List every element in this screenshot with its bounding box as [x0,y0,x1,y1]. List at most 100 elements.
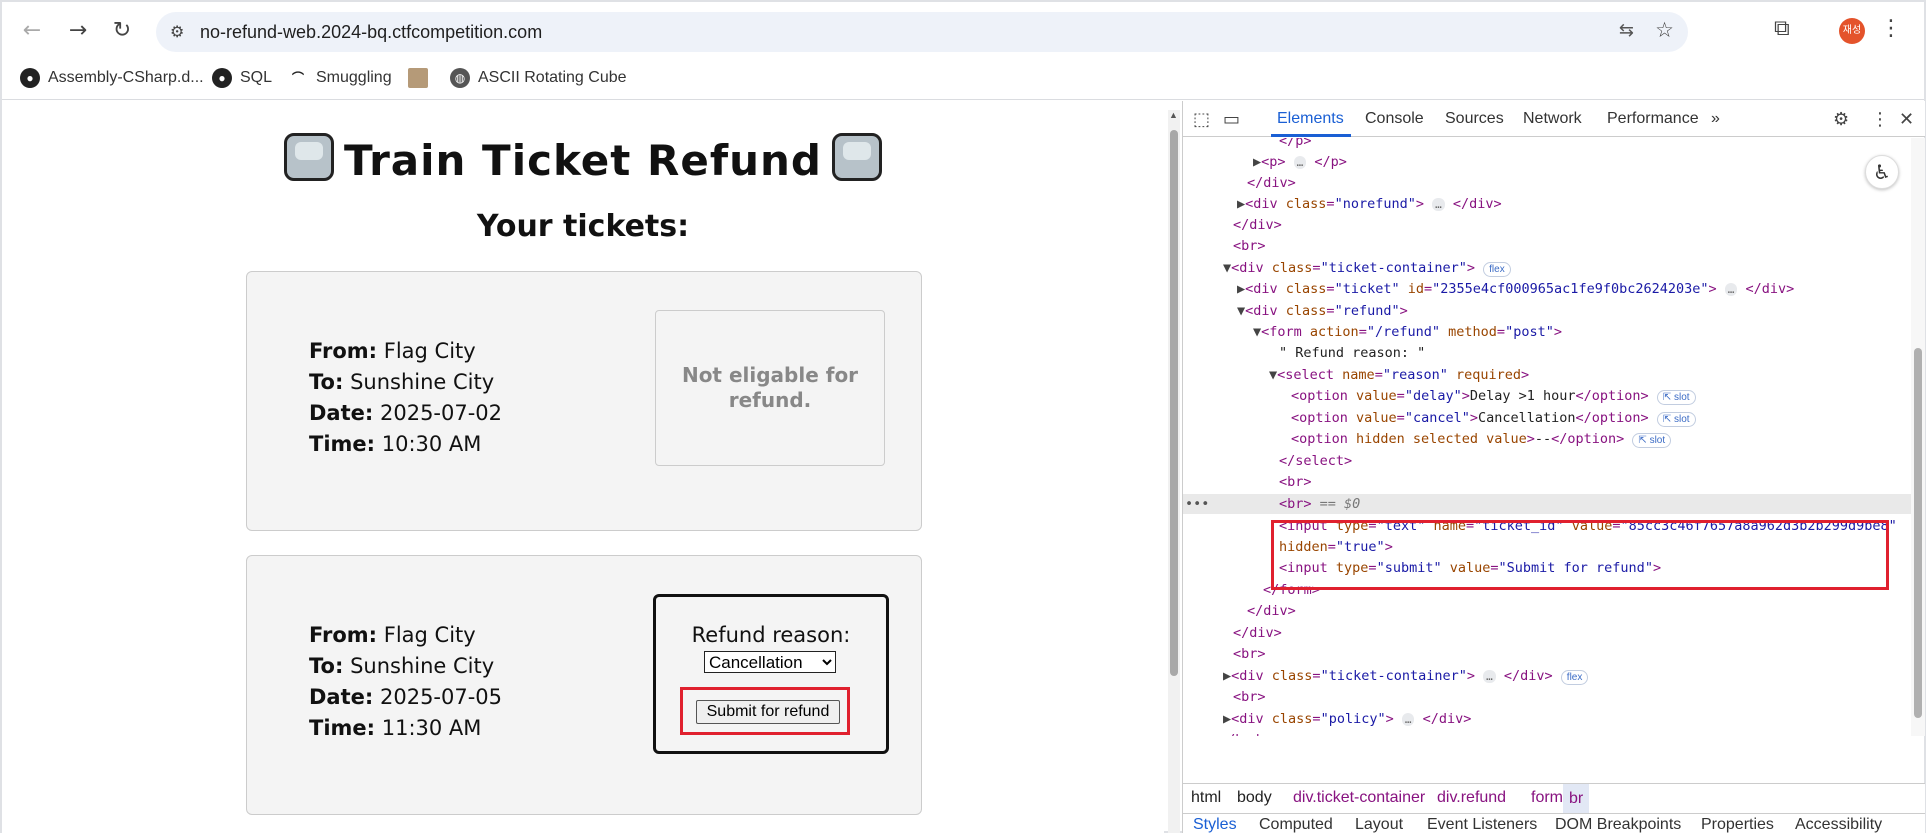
globe-icon: ◍ [450,68,470,88]
tab-console[interactable]: Console [1365,110,1424,128]
bookmark-item[interactable] [408,67,436,89]
dom-line[interactable]: </div> [1233,215,1282,235]
dom-line[interactable]: </body> [1219,730,1276,736]
menu-icon[interactable]: ⋮ [1880,16,1902,41]
scrollbar-thumb[interactable] [1170,130,1178,676]
address-bar[interactable]: ⚙ no-refund-web.2024-bq.ctfcompetition.c… [156,12,1688,52]
breadcrumb-item[interactable]: html [1191,789,1221,807]
more-options-icon[interactable]: ⋮ [1871,109,1889,130]
github-icon: ● [20,68,40,88]
dom-line[interactable]: </div> [1247,173,1296,193]
ticket-card: From: Flag City To: Sunshine City Date: … [246,555,922,815]
dom-line[interactable]: <option value="cancel">Cancellation</opt… [1291,408,1696,428]
scroll-up-icon[interactable]: ▲ [1169,110,1178,120]
from-value: Flag City [383,623,476,647]
breadcrumb-item[interactable]: div.refund [1437,789,1506,807]
breadcrumb-item-selected[interactable]: br [1563,784,1590,814]
tab-performance[interactable]: Performance [1607,110,1699,128]
to-value: Sunshine City [350,654,495,678]
bookmark-label: ASCII Rotating Cube [478,69,627,86]
breadcrumb-item[interactable]: div.ticket-container [1293,789,1425,807]
bookmark-star-icon[interactable]: ☆ [1655,18,1674,42]
tab-elements[interactable]: Elements [1277,110,1344,128]
tab-styles[interactable]: Styles [1193,816,1237,833]
train-icon [284,133,335,181]
bookmark-label: Assembly-CSharp.d... [48,69,204,86]
highlight-box [1271,520,1889,590]
breadcrumb-item[interactable]: body [1237,789,1272,807]
breadcrumb: html body div.ticket-container div.refun… [1183,783,1925,814]
dom-line[interactable]: <br> [1233,687,1266,707]
ticket-date: Date: 2025-07-05 [309,682,502,713]
link-icon: ⌒ [288,68,308,88]
dom-line[interactable]: ▶<div class="policy"> … </div> [1223,709,1471,729]
scrollbar-thumb[interactable] [1914,348,1922,718]
from-value: Flag City [383,339,476,363]
dom-line[interactable]: <option hidden selected value>--</option… [1291,429,1672,449]
tab-computed[interactable]: Computed [1259,816,1333,833]
settings-icon[interactable]: ⚙ [1833,109,1849,130]
bookmark-item[interactable]: ● SQL [212,67,272,89]
bookmarks-bar: ● Assembly-CSharp.d... ● SQL ⌒ Smuggling ◍ A… [2,58,1924,100]
dom-line[interactable]: ▼<form action="/refund" method="post"> [1253,322,1562,342]
forward-icon[interactable]: → [64,16,92,44]
extensions-icon[interactable]: ⧉ [1774,16,1790,41]
bookmark-item[interactable]: ⌒ Smuggling [288,67,392,89]
active-tab-underline [1271,134,1351,137]
dom-line[interactable]: ▶<p> … </p> [1253,152,1347,172]
dom-line[interactable]: ▶<div class="ticket-container"> … </div>… [1223,666,1589,686]
dom-tree: </p> ▶<p> … </p> </div> ▶<div class="nor… [1183,138,1911,736]
page-subtitle: Your tickets: [476,209,690,244]
dom-line[interactable]: ▶<div class="ticket" id="2355e4cf000965a… [1237,279,1794,299]
breadcrumb-item[interactable]: form [1531,789,1563,807]
from-label: From: [309,339,378,363]
bookmark-item[interactable]: ● Assembly-CSharp.d... [20,67,204,89]
dom-line[interactable]: " Refund reason: " [1279,343,1425,363]
dom-line[interactable]: ▼<div class="refund"> [1237,301,1408,321]
dom-line[interactable]: </div> [1247,601,1296,621]
more-tabs-icon[interactable]: » [1711,110,1720,128]
dom-line[interactable]: ▶<div class="norefund"> … </div> [1237,194,1502,214]
refund-reason-select[interactable]: Cancellation [704,651,836,673]
tab-accessibility[interactable]: Accessibility [1795,816,1882,833]
github-icon: ● [212,68,232,88]
tab-dom-breakpoints[interactable]: DOM Breakpoints [1555,816,1681,833]
site-info-icon[interactable]: ⚙ [170,22,184,41]
date-value: 2025-07-02 [379,401,503,425]
dom-line[interactable]: </select> [1279,451,1352,471]
tab-network[interactable]: Network [1523,110,1582,128]
dom-line[interactable]: </div> [1233,623,1282,643]
browser-toolbar: ← → ↻ ⚙ no-refund-web.2024-bq.ctfcompeti… [2,2,1924,58]
page-scrollbar[interactable]: ▲ [1168,110,1180,833]
bookmark-item[interactable]: ◍ ASCII Rotating Cube [450,67,627,89]
tab-event-listeners[interactable]: Event Listeners [1427,816,1537,833]
ticket-info: From: Flag City To: Sunshine City Date: … [309,336,502,460]
page-title-text: Train Ticket Refund [344,136,822,185]
dom-line[interactable]: ▼<div class="ticket-container"> flex [1223,258,1511,278]
inspect-element-icon[interactable]: ⬚ [1193,109,1210,130]
tab-layout[interactable]: Layout [1355,816,1403,833]
dom-line[interactable]: <br> [1233,644,1266,664]
submit-refund-button[interactable]: Submit for refund [696,700,840,724]
train-icon [831,133,882,181]
ticket-card: From: Flag City To: Sunshine City Date: … [246,271,922,531]
dom-line[interactable]: <br> [1279,472,1312,492]
dom-line[interactable]: ▼<select name="reason" required> [1269,365,1529,385]
from-label: From: [309,623,378,647]
dom-line[interactable]: <br> [1233,236,1266,256]
dom-line[interactable]: <option value="delay">Delay >1 hour</opt… [1291,386,1696,406]
tab-properties[interactable]: Properties [1701,816,1774,833]
devtools-scrollbar[interactable] [1911,138,1925,736]
reload-icon[interactable]: ↻ [108,16,136,44]
accessibility-icon[interactable]: ♿ [1865,155,1899,189]
close-icon[interactable]: ✕ [1899,109,1914,130]
dom-line[interactable]: </p> [1279,138,1312,148]
dom-line-selected[interactable]: ••• <br> == $0 [1183,494,1911,514]
back-icon[interactable]: ← [18,16,46,44]
device-toolbar-icon[interactable]: ▭ [1223,109,1240,130]
text-node: " Refund reason: " [1279,345,1426,361]
avatar[interactable]: 재성 [1839,18,1865,44]
translate-icon[interactable]: ⇆ [1619,20,1634,41]
tab-sources[interactable]: Sources [1445,110,1504,128]
time-label: Time: [309,716,376,740]
